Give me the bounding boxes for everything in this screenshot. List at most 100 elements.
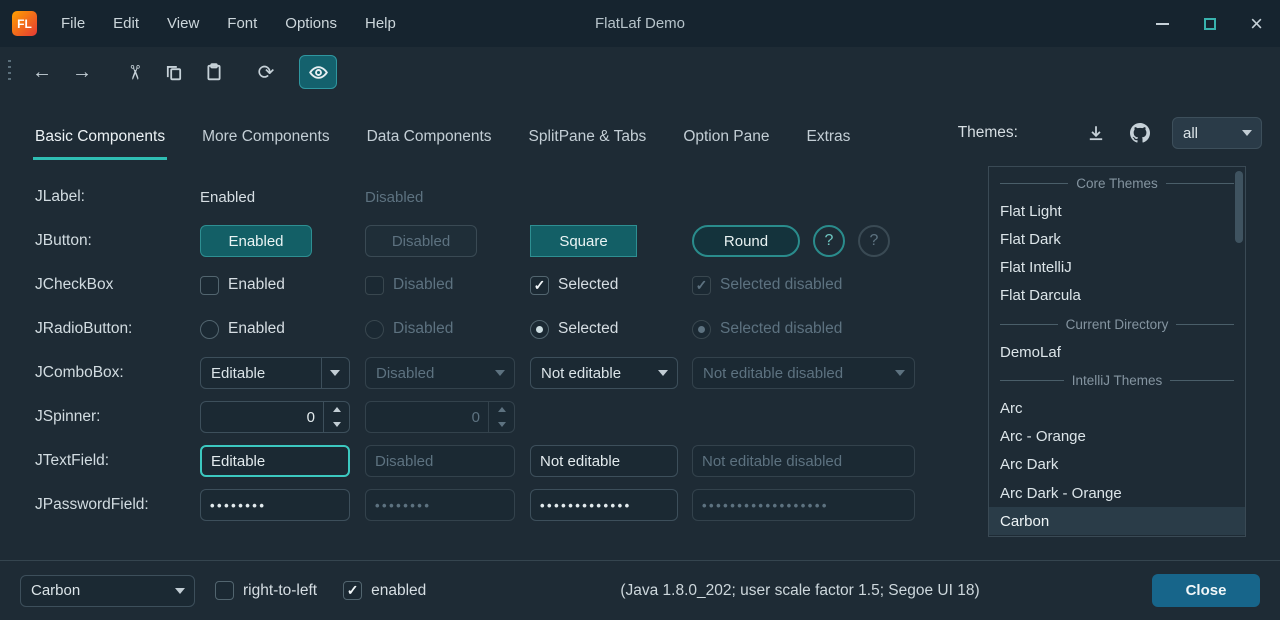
toolbar: ← → ✂ ⟳ [0, 47, 1280, 97]
menu-edit[interactable]: Edit [99, 0, 153, 47]
tab-basic-components[interactable]: Basic Components [35, 128, 165, 162]
jlabel-disabled: Disabled [365, 189, 530, 206]
tab-splitpane-tabs[interactable]: SplitPane & Tabs [529, 128, 647, 162]
theme-item-arc-orange[interactable]: Arc - Orange [989, 423, 1245, 451]
theme-item-arc-dark[interactable]: Arc Dark [989, 451, 1245, 479]
tab-extras[interactable]: Extras [807, 128, 851, 162]
checkbox-enabled-label: Enabled [228, 276, 285, 294]
radio-icon [365, 320, 384, 339]
combobox-disabled: Disabled [365, 357, 515, 389]
maximize-button[interactable] [1186, 0, 1233, 47]
combobox-editable[interactable]: Editable [200, 357, 350, 389]
jtextfield-row: JTextField: [35, 439, 960, 483]
help-button-disabled: ? [858, 225, 890, 257]
jpasswordfield-row-label: JPasswordField: [35, 496, 200, 514]
radio-selected-icon [530, 320, 549, 339]
theme-item-demolaf[interactable]: DemoLaf [989, 338, 1245, 366]
github-button[interactable] [1128, 121, 1152, 145]
checkbox-selected-label: Selected [558, 276, 618, 294]
menu-help[interactable]: Help [351, 0, 410, 47]
refresh-button[interactable]: ⟳ [247, 55, 285, 89]
spinner-up-icon [498, 407, 506, 412]
chevron-down-icon [495, 370, 505, 376]
jspinner-row-label: JSpinner: [35, 408, 200, 426]
combobox-not-editable-disabled-value: Not editable disabled [703, 365, 843, 382]
toolbar-grip[interactable] [8, 60, 11, 84]
minimize-button[interactable] [1139, 0, 1186, 47]
theme-item-flat-dark[interactable]: Flat Dark [989, 225, 1245, 253]
status-bar: Carbon right-to-left ✓ enabled (Java 1.8… [0, 560, 1280, 620]
theme-separator-core: Core Themes [989, 169, 1245, 197]
checkbox-checked-icon: ✓ [530, 276, 549, 295]
combobox-not-editable[interactable]: Not editable [530, 357, 678, 389]
theme-item-carbon[interactable]: Carbon [989, 507, 1245, 535]
checkbox-selected-disabled: ✓ Selected disabled [692, 276, 960, 295]
theme-item-flat-intellij[interactable]: Flat IntelliJ [989, 254, 1245, 282]
square-button[interactable]: Square [530, 225, 637, 257]
combobox-not-editable-value: Not editable [541, 365, 621, 382]
forward-button[interactable]: → [63, 55, 101, 89]
combobox-disabled-value: Disabled [376, 365, 434, 382]
spinner-enabled[interactable] [200, 401, 350, 433]
right-to-left-checkbox[interactable]: right-to-left [215, 581, 317, 600]
textfield-editable[interactable] [200, 445, 350, 477]
textfield-not-editable-disabled [692, 445, 915, 477]
checkbox-disabled: Disabled [365, 276, 530, 295]
refresh-icon: ⟳ [258, 60, 275, 85]
theme-item-flat-light[interactable]: Flat Light [989, 197, 1245, 225]
radio-icon [200, 320, 219, 339]
menu-view[interactable]: View [153, 0, 213, 47]
enabled-checkbox[interactable]: ✓ enabled [343, 581, 426, 600]
textfield-not-editable[interactable] [530, 445, 678, 477]
theme-item-arc[interactable]: Arc [989, 395, 1245, 423]
themes-filter-combobox[interactable]: all [1172, 117, 1262, 149]
help-button[interactable]: ? [813, 225, 845, 257]
tab-more-components[interactable]: More Components [202, 128, 330, 162]
app-logo-icon: FL [12, 11, 37, 36]
paste-button[interactable] [195, 55, 233, 89]
show-hidden-toggle-button[interactable] [299, 55, 337, 89]
cut-button[interactable]: ✂ [115, 55, 153, 89]
close-button[interactable]: Close [1152, 574, 1260, 607]
theme-combobox[interactable]: Carbon [20, 575, 195, 607]
close-icon: × [1250, 11, 1263, 37]
checkbox-icon [200, 276, 219, 295]
copy-button[interactable] [155, 55, 193, 89]
themes-scrollbar-thumb[interactable] [1235, 171, 1243, 243]
close-window-button[interactable]: × [1233, 0, 1280, 47]
chevron-down-icon [1242, 130, 1252, 136]
checkbox-icon [365, 276, 384, 295]
runtime-info: (Java 1.8.0_202; user scale factor 1.5; … [600, 582, 1000, 600]
themes-header: Themes: all [958, 117, 1262, 149]
github-icon [1130, 123, 1150, 143]
themes-label: Themes: [958, 124, 1018, 142]
checkbox-selected[interactable]: ✓ Selected [530, 276, 692, 295]
spinner-down-icon [333, 422, 341, 427]
back-arrow-icon: ← [32, 61, 52, 84]
maximize-icon [1204, 18, 1216, 30]
radio-enabled[interactable]: Enabled [200, 320, 365, 339]
eye-icon [309, 65, 328, 80]
tab-option-pane[interactable]: Option Pane [683, 128, 769, 162]
spinner-buttons[interactable] [323, 402, 349, 432]
passwordfield-editable[interactable] [200, 489, 350, 521]
jradiobutton-row: JRadioButton: Enabled Disabled Selected … [35, 307, 960, 351]
menu-options[interactable]: Options [271, 0, 351, 47]
round-button[interactable]: Round [692, 225, 800, 257]
passwordfield-not-editable[interactable] [530, 489, 678, 521]
combobox-not-editable-disabled: Not editable disabled [692, 357, 915, 389]
download-button[interactable] [1084, 121, 1108, 145]
checkbox-enabled[interactable]: Enabled [200, 276, 365, 295]
theme-item-flat-darcula[interactable]: Flat Darcula [989, 282, 1245, 310]
spinner-buttons [488, 402, 514, 432]
copy-icon [165, 63, 183, 81]
back-button[interactable]: ← [23, 55, 61, 89]
chevron-down-icon [658, 370, 668, 376]
tab-data-components[interactable]: Data Components [367, 128, 492, 162]
radio-selected[interactable]: Selected [530, 320, 692, 339]
menu-file[interactable]: File [47, 0, 99, 47]
chevron-down-icon [895, 370, 905, 376]
theme-item-arc-dark-orange[interactable]: Arc Dark - Orange [989, 479, 1245, 507]
enabled-button[interactable]: Enabled [200, 225, 312, 257]
menu-font[interactable]: Font [213, 0, 271, 47]
